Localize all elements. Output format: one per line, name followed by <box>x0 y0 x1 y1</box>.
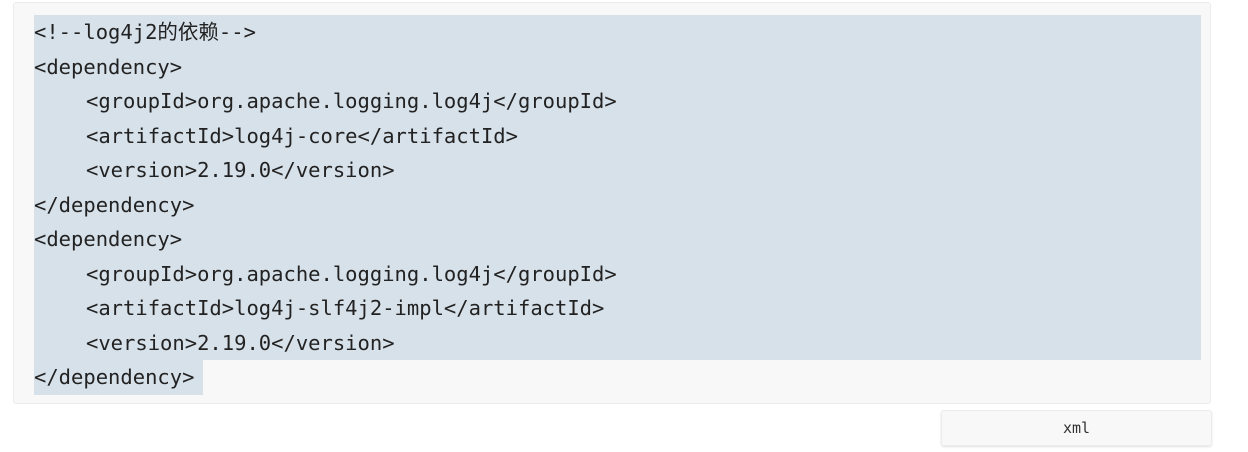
code-line[interactable]: <groupId>org.apache.logging.log4j</group… <box>34 256 1201 291</box>
code-line-text: <version>2.19.0</version> <box>86 330 395 355</box>
code-line-text: <groupId>org.apache.logging.log4j</group… <box>86 261 617 286</box>
code-line-text: </dependency> <box>34 192 195 217</box>
code-line[interactable]: <groupId>org.apache.logging.log4j</group… <box>34 84 1201 119</box>
language-tab[interactable]: xml <box>941 410 1212 446</box>
code-line[interactable]: </dependency> <box>34 187 1201 222</box>
code-line[interactable]: </dependency> <box>34 360 203 395</box>
code-lines: <!--log4j2的依赖--> <dependency> <groupId>o… <box>34 15 1201 395</box>
code-line[interactable]: <!--log4j2的依赖--> <box>34 15 1201 50</box>
code-line-text: <groupId>org.apache.logging.log4j</group… <box>86 89 617 113</box>
code-line[interactable]: <version>2.19.0</version> <box>34 153 1201 188</box>
code-line[interactable]: <dependency> <box>34 222 1201 257</box>
code-block[interactable]: <!--log4j2的依赖--> <dependency> <groupId>o… <box>13 2 1211 404</box>
code-line-text: <dependency> <box>34 227 183 251</box>
code-line[interactable]: <artifactId>log4j-slf4j2-impl</artifactI… <box>34 291 1201 326</box>
code-line[interactable]: <dependency> <box>34 49 1201 84</box>
code-line-text: <!--log4j2的依赖--> <box>34 20 256 44</box>
code-line-text: </dependency> <box>34 365 195 389</box>
code-line-text: <artifactId>log4j-core</artifactId> <box>86 123 518 148</box>
code-line-text: <artifactId>log4j-slf4j2-impl</artifactI… <box>86 296 605 320</box>
code-line[interactable]: <artifactId>log4j-core</artifactId> <box>34 118 1201 153</box>
language-label: xml <box>1062 419 1091 437</box>
code-line-text: <dependency> <box>34 54 183 79</box>
code-line-text: <version>2.19.0</version> <box>86 158 395 182</box>
code-line[interactable]: <version>2.19.0</version> <box>34 325 1201 360</box>
